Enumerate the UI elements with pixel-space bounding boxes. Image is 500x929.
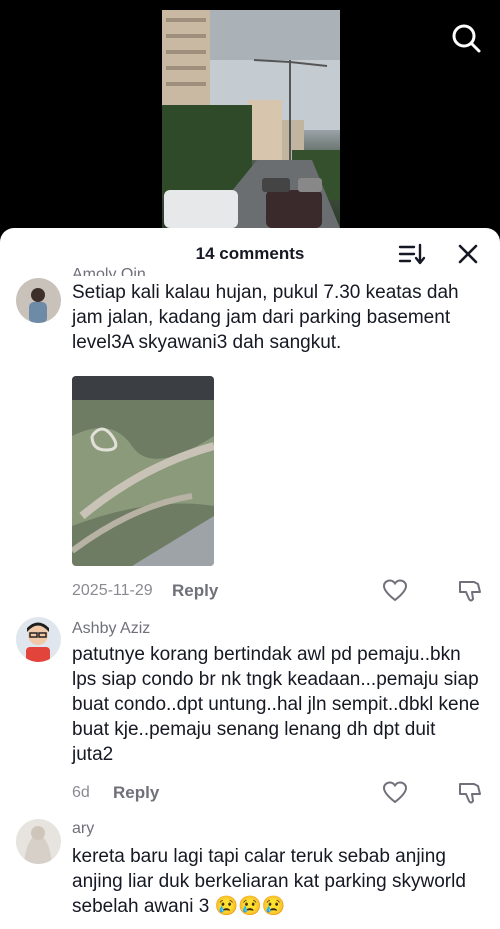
comment-date: 6d	[72, 784, 90, 801]
reply-button[interactable]: Reply	[113, 783, 159, 803]
comment-date: 2025-11-29	[72, 582, 153, 599]
heart-icon	[382, 781, 408, 804]
sort-icon	[398, 243, 426, 265]
close-icon	[458, 244, 478, 264]
video-player[interactable]	[0, 0, 500, 240]
comment-username[interactable]: ary	[72, 820, 94, 838]
comment-photo-image	[72, 376, 214, 566]
like-button[interactable]	[382, 578, 408, 604]
video-frame-illustration	[162, 10, 340, 228]
search-icon	[452, 24, 481, 53]
avatar[interactable]	[16, 278, 61, 323]
comment-text: kereta baru lagi tapi calar teruk sebab …	[72, 846, 466, 917]
search-button[interactable]	[450, 22, 482, 54]
heart-icon	[382, 579, 408, 602]
avatar[interactable]	[16, 819, 61, 864]
video-thumbnail[interactable]	[162, 10, 340, 228]
comment-username[interactable]: Ashby Aziz	[72, 620, 150, 638]
comment-text: Setiap kali kalau hujan, pukul 7.30 keat…	[72, 282, 459, 353]
dislike-button[interactable]	[457, 780, 483, 806]
avatar[interactable]	[16, 617, 61, 662]
comment-item: Ashby Aziz patutnye korang bertindak awl…	[0, 612, 500, 804]
comment-item: ary kereta baru lagi tapi calar teruk se…	[0, 816, 500, 929]
dislike-button[interactable]	[457, 578, 483, 604]
like-button[interactable]	[382, 780, 408, 806]
comment-photo[interactable]	[72, 376, 214, 566]
thumbs-down-icon	[459, 783, 481, 804]
reply-button[interactable]: Reply	[172, 581, 218, 601]
comments-sheet: 14 comments Amoly Qin Setiap kali kalau …	[0, 228, 500, 929]
close-button[interactable]	[456, 242, 480, 266]
comment-item: Amoly Qin Setiap kali kalau hujan, pukul…	[0, 266, 500, 602]
thumbs-down-icon	[459, 581, 481, 602]
comment-username[interactable]: Amoly Qin	[72, 262, 146, 276]
comment-text: patutnye korang bertindak awl pd pemaju.…	[72, 644, 480, 765]
sort-button[interactable]	[398, 242, 426, 266]
